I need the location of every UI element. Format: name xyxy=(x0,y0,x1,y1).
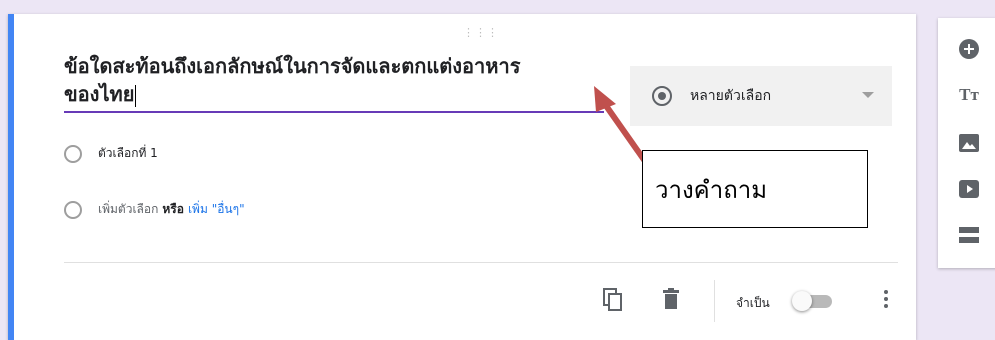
or-label: หรือ xyxy=(162,202,184,216)
text-caret xyxy=(135,84,137,107)
add-title-icon[interactable]: Tт xyxy=(958,84,980,106)
add-image-icon[interactable] xyxy=(958,132,980,154)
add-section-icon[interactable] xyxy=(958,224,980,246)
question-title-line2: ของไทย xyxy=(64,82,135,106)
question-type-label: หลายตัวเลือก xyxy=(690,88,772,104)
question-title-input[interactable]: ข้อใดสะท้อนถึงเอกลักษณ์ในการจัดและตกแต่ง… xyxy=(64,52,604,113)
radio-unchecked-icon xyxy=(64,144,82,163)
add-question-icon[interactable] xyxy=(958,38,980,60)
add-video-icon[interactable] xyxy=(958,178,980,200)
question-title-line1: ข้อใดสะท้อนถึงเอกลักษณ์ในการจัดและตกแต่ง… xyxy=(64,54,521,78)
question-type-dropdown[interactable]: หลายตัวเลือก xyxy=(630,66,892,126)
option-label[interactable]: ตัวเลือกที่ 1 xyxy=(98,144,158,163)
drag-handle-icon[interactable]: ⋮⋮⋮ xyxy=(463,27,499,38)
add-option-button[interactable]: เพิ่มตัวเลือก xyxy=(98,200,158,219)
add-other-link[interactable]: เพิ่ม "อื่นๆ" xyxy=(188,200,245,219)
required-label: จำเป็น xyxy=(736,296,770,310)
footer-vertical-divider xyxy=(714,280,715,322)
radio-unchecked-icon xyxy=(64,200,82,219)
dropdown-arrow-icon xyxy=(862,92,874,98)
footer-divider xyxy=(64,262,898,263)
required-toggle[interactable] xyxy=(792,291,832,311)
delete-icon[interactable] xyxy=(662,288,680,314)
duplicate-icon[interactable] xyxy=(602,288,624,316)
option-item-1[interactable]: ตัวเลือกที่ 1 xyxy=(64,144,158,163)
more-vert-icon[interactable] xyxy=(884,290,888,311)
callout-text: วางคำถาม xyxy=(655,175,768,204)
add-option-row: เพิ่มตัวเลือก หรือ เพิ่ม "อื่นๆ" xyxy=(64,200,245,219)
annotation-callout: วางคำถาม xyxy=(642,150,868,228)
side-toolbar: Tт xyxy=(938,18,995,268)
